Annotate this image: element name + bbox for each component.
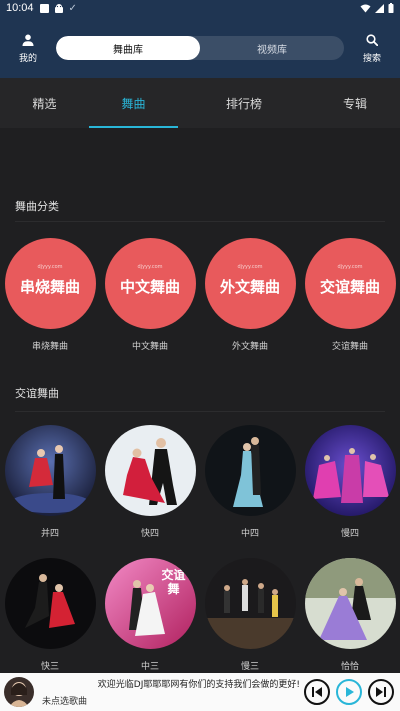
categories-title: 舞曲分类 (15, 200, 59, 213)
top-header: 我的 舞曲库 视频库 搜索 (0, 16, 400, 78)
library-switch: 舞曲库 视频库 (56, 36, 344, 60)
category-badge: djyyy.com 串烧舞曲 (4, 238, 96, 329)
dance-item[interactable]: 并四 (0, 425, 100, 539)
previous-button[interactable] (304, 679, 330, 705)
category-label: 外文舞曲 (231, 342, 268, 352)
tab-bar: 精选 舞曲 排行榜 专辑 (0, 78, 400, 128)
category-label: 串烧舞曲 (31, 342, 68, 352)
dance-label: 中四 (240, 529, 259, 539)
status-time: 10:04 (6, 2, 34, 14)
section-divider (15, 221, 385, 222)
badge-text: 中文舞曲 (119, 278, 180, 296)
category-foreign[interactable]: djyyy.com 外文舞曲 外文舞曲 (200, 238, 300, 352)
dance-thumbnail (4, 425, 96, 516)
dance-item[interactable]: 交谊舞 中三 (100, 558, 200, 672)
player-texts: 欢迎光临DJ耶耶耶网有你们的支持我们会做的更好! 未点选歌曲 (42, 677, 304, 707)
me-label: 我的 (18, 54, 37, 64)
category-label: 交谊舞曲 (331, 342, 368, 352)
segment-dance-library[interactable]: 舞曲库 (56, 36, 200, 60)
search-label: 搜索 (362, 54, 381, 64)
section-divider (15, 411, 385, 412)
category-badge: djyyy.com 外文舞曲 (204, 238, 296, 329)
play-icon (346, 687, 354, 697)
tab-charts[interactable]: 排行榜 (178, 78, 310, 128)
dance-thumbnail (4, 558, 96, 649)
dance-item[interactable]: 中四 (200, 425, 300, 539)
dance-item[interactable]: 快三 (0, 558, 100, 672)
category-grid: djyyy.com 串烧舞曲 串烧舞曲 djyyy.com 中文舞曲 中文舞曲 … (0, 238, 400, 352)
badge-watermark: djyyy.com (337, 264, 363, 270)
status-bar: 10:04 ✓ (0, 0, 400, 16)
badge-text: 串烧舞曲 (19, 278, 80, 296)
notification-icon (39, 3, 49, 13)
dance-thumbnail (104, 425, 196, 516)
category-badge: djyyy.com 交谊舞曲 (304, 238, 396, 329)
badge-text: 外文舞曲 (219, 278, 280, 296)
signal-icon (375, 3, 384, 13)
me-button[interactable]: 我的 (8, 34, 48, 64)
android-icon (54, 3, 63, 13)
category-chinese[interactable]: djyyy.com 中文舞曲 中文舞曲 (100, 238, 200, 352)
badge-watermark: djyyy.com (37, 264, 63, 270)
previous-icon (312, 687, 322, 697)
dance-label: 恰恰 (340, 662, 359, 672)
badge-watermark: djyyy.com (137, 264, 163, 270)
search-icon (366, 34, 379, 47)
badge-text: 交谊舞曲 (319, 278, 380, 296)
ballroom-title: 交谊舞曲 (15, 387, 59, 400)
dance-thumbnail (304, 558, 396, 649)
player-avatar (4, 677, 34, 707)
ballroom-grid-row-2: 快三 交谊舞 中三 慢三 恰恰 (0, 558, 400, 672)
badge-watermark: djyyy.com (237, 264, 263, 270)
category-label: 中文舞曲 (131, 342, 168, 352)
category-ballroom[interactable]: djyyy.com 交谊舞曲 交谊舞曲 (300, 238, 400, 352)
next-button[interactable] (368, 679, 394, 705)
player-song-title: 未点选歌曲 (42, 697, 88, 707)
mini-player[interactable]: 欢迎光临DJ耶耶耶网有你们的支持我们会做的更好! 未点选歌曲 (0, 673, 400, 711)
person-icon (22, 34, 34, 46)
search-button[interactable]: 搜索 (352, 34, 392, 64)
dance-label: 快四 (140, 529, 159, 539)
dance-label: 慢三 (240, 662, 259, 672)
dance-thumbnail: 交谊舞 (104, 558, 196, 649)
category-medley[interactable]: djyyy.com 串烧舞曲 串烧舞曲 (0, 238, 100, 352)
dance-label: 快三 (40, 662, 59, 672)
next-icon (376, 687, 386, 697)
dance-label: 中三 (140, 662, 159, 672)
poster-title: 交谊舞 (161, 568, 186, 596)
tab-featured[interactable]: 精选 (0, 78, 89, 128)
dance-thumbnail (204, 425, 296, 516)
battery-icon (388, 3, 394, 13)
ballroom-grid-row-1: 并四 快四 中四 慢四 (0, 425, 400, 539)
dance-item[interactable]: 慢四 (300, 425, 400, 539)
category-badge: djyyy.com 中文舞曲 (104, 238, 196, 329)
check-icon: ✓ (68, 2, 77, 14)
dance-item[interactable]: 快四 (100, 425, 200, 539)
segment-video-library[interactable]: 视频库 (200, 36, 344, 60)
wifi-icon (360, 4, 371, 12)
play-button[interactable] (336, 679, 362, 705)
dance-item[interactable]: 慢三 (200, 558, 300, 672)
dance-label: 慢四 (340, 529, 359, 539)
dance-label: 并四 (40, 529, 59, 539)
dance-thumbnail (204, 558, 296, 649)
player-marquee: 欢迎光临DJ耶耶耶网有你们的支持我们会做的更好! (97, 680, 300, 690)
dance-thumbnail (304, 425, 396, 516)
tab-dance[interactable]: 舞曲 (89, 78, 178, 128)
tab-albums[interactable]: 专辑 (310, 78, 400, 128)
dance-item[interactable]: 恰恰 (300, 558, 400, 672)
